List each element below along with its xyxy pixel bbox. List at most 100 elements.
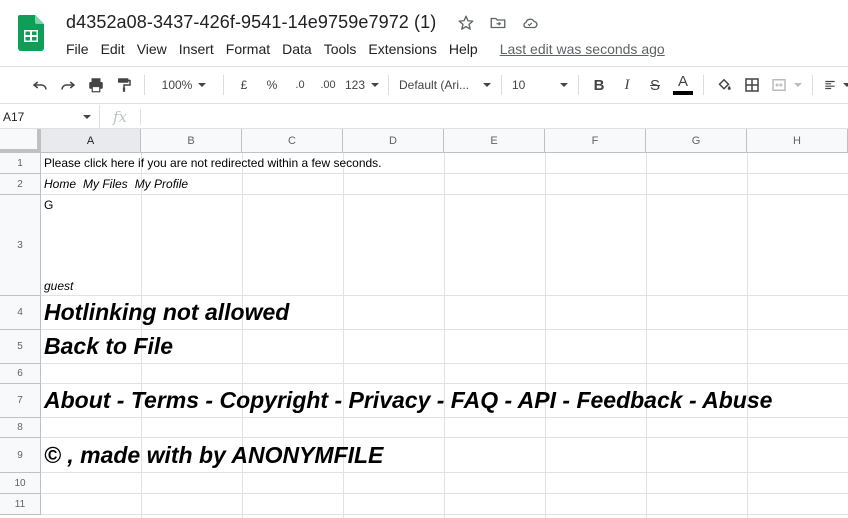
cell-a5[interactable]: Back to File (44, 333, 173, 360)
more-formats-select[interactable]: 123 (342, 71, 382, 99)
italic-button[interactable]: I (613, 71, 641, 99)
cell-a7[interactable]: About - Terms - Copyright - Privacy - FA… (44, 387, 772, 414)
cell-a4[interactable]: Hotlinking not allowed (44, 299, 289, 326)
text-color-swatch (673, 91, 693, 95)
menu-help[interactable]: Help (443, 40, 484, 60)
formula-input[interactable] (141, 105, 848, 129)
grid-line (41, 295, 848, 296)
column-header-g[interactable]: G (646, 129, 747, 153)
cell-a3-bottom: guest (44, 279, 74, 293)
grid-line (646, 153, 647, 518)
name-box-value: A17 (3, 109, 25, 124)
chevron-down-icon (83, 114, 91, 119)
currency-format-button[interactable]: £ (230, 71, 258, 99)
menu-insert[interactable]: Insert (173, 40, 220, 60)
nav-link-home: Home (44, 177, 77, 191)
column-header-b[interactable]: B (141, 129, 242, 153)
toolbar-separator (144, 75, 145, 95)
column-header-f[interactable]: F (545, 129, 646, 153)
font-size-value: 10 (512, 78, 526, 92)
column-header-e[interactable]: E (444, 129, 545, 153)
grid-line (41, 363, 848, 364)
cloud-status-icon[interactable] (519, 12, 541, 34)
grid-line (545, 153, 546, 518)
column-header-h[interactable]: H (747, 129, 848, 153)
chevron-down-icon (483, 83, 491, 87)
font-family-select[interactable]: Default (Ari... (395, 71, 495, 99)
menu-format[interactable]: Format (220, 40, 276, 60)
cell-a9[interactable]: © , made with by ANONYMFILE (44, 442, 383, 469)
row-header-8[interactable]: 8 (0, 418, 41, 438)
text-color-button[interactable]: A (669, 71, 697, 99)
bold-button[interactable]: B (585, 71, 613, 99)
undo-icon[interactable] (26, 71, 54, 99)
more-formats-label: 123 (344, 78, 366, 92)
menu-tools[interactable]: Tools (318, 40, 363, 60)
paint-format-icon[interactable] (110, 71, 138, 99)
grid-line (41, 417, 848, 418)
star-icon[interactable] (455, 12, 477, 34)
menu-bar: File Edit View Insert Format Data Tools … (60, 40, 671, 60)
chevron-down-icon (843, 83, 848, 87)
toolbar-separator (223, 75, 224, 95)
toolbar: 100% £ % .0 .00 123 Default (Ari... 10 B… (0, 66, 848, 104)
borders-icon[interactable] (738, 71, 766, 99)
strikethrough-button[interactable]: S (641, 71, 669, 99)
zoom-select[interactable]: 100% (151, 71, 217, 99)
percent-format-button[interactable]: % (258, 71, 286, 99)
spreadsheet-grid: A B C D E F G H 1 2 3 4 5 6 7 8 9 10 11 (0, 129, 848, 518)
column-header-a[interactable]: A (41, 129, 141, 153)
menu-file[interactable]: File (60, 40, 95, 60)
row-header-5[interactable]: 5 (0, 330, 41, 364)
cell-a2[interactable]: Home My Files My Profile (44, 177, 195, 191)
document-title[interactable]: d4352a08-3437-426f-9541-14e9759e7972 (1) (66, 12, 436, 33)
nav-link-my-profile: My Profile (134, 177, 189, 191)
toolbar-separator (703, 75, 704, 95)
row-header-11[interactable]: 11 (0, 494, 41, 515)
menu-data[interactable]: Data (276, 40, 318, 60)
chevron-down-icon (198, 83, 207, 87)
decrease-decimal-button[interactable]: .0 (286, 71, 314, 99)
redo-icon[interactable] (54, 71, 82, 99)
increase-decimal-button[interactable]: .00 (314, 71, 342, 99)
menu-extensions[interactable]: Extensions (362, 40, 442, 60)
sheets-logo-icon[interactable] (18, 15, 44, 51)
nav-link-my-files: My Files (83, 177, 128, 191)
grid-line (41, 437, 848, 438)
row-header-10[interactable]: 10 (0, 473, 41, 494)
row-header-9[interactable]: 9 (0, 438, 41, 473)
grid-line (41, 194, 848, 195)
grid-line (41, 472, 848, 473)
google-sheets-window: d4352a08-3437-426f-9541-14e9759e7972 (1)… (0, 0, 848, 518)
toolbar-separator (501, 75, 502, 95)
row-header-6[interactable]: 6 (0, 364, 41, 384)
column-header-c[interactable]: C (242, 129, 343, 153)
cell-a1[interactable]: Please click here if you are not redirec… (44, 156, 382, 170)
row-header-3[interactable]: 3 (0, 195, 41, 296)
row-header-4[interactable]: 4 (0, 296, 41, 330)
cell-a3-top[interactable]: G (44, 198, 53, 212)
row-header-2[interactable]: 2 (0, 174, 41, 195)
select-all-corner[interactable] (0, 129, 41, 153)
move-to-folder-icon[interactable] (487, 12, 509, 34)
fill-color-icon[interactable] (710, 71, 738, 99)
chevron-down-icon (560, 83, 568, 87)
menu-view[interactable]: View (131, 40, 173, 60)
grid-line (41, 329, 848, 330)
grid-line (747, 153, 748, 518)
print-icon[interactable] (82, 71, 110, 99)
row-header-1[interactable]: 1 (0, 153, 41, 174)
zoom-value: 100% (161, 78, 193, 92)
last-edit-link[interactable]: Last edit was seconds ago (494, 40, 671, 60)
chevron-down-icon (371, 83, 380, 87)
row-header-7[interactable]: 7 (0, 384, 41, 418)
name-box[interactable]: A17 (0, 104, 100, 129)
grid-line (41, 173, 848, 174)
merge-cells-icon[interactable] (766, 71, 806, 99)
toolbar-separator (578, 75, 579, 95)
font-size-select[interactable]: 10 (508, 71, 572, 99)
horizontal-align-icon[interactable] (819, 71, 848, 99)
column-header-d[interactable]: D (343, 129, 444, 153)
toolbar-separator (812, 75, 813, 95)
menu-edit[interactable]: Edit (95, 40, 131, 60)
